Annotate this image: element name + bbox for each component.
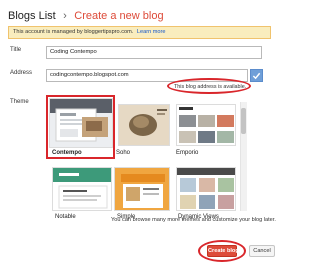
theme-thumb-simple[interactable] [114, 167, 170, 211]
page-header: Blogs List › Create a new blog [8, 6, 274, 22]
theme-thumb-soho[interactable] [118, 104, 170, 146]
notable-preview-image [53, 168, 111, 209]
theme-label: Theme [10, 99, 29, 105]
simple-preview-image [115, 168, 169, 210]
emporio-preview-image [177, 105, 235, 143]
theme-name-emporio[interactable]: Emporio [176, 150, 198, 156]
managed-account-notice: This account is managed by bloggertipspr… [8, 26, 271, 39]
cancel-button[interactable]: Cancel [249, 245, 275, 257]
breadcrumb-separator: › [63, 10, 67, 22]
theme-scrollbar-thumb[interactable] [241, 108, 246, 134]
address-check-button[interactable] [250, 69, 263, 82]
soho-preview-image [119, 105, 169, 145]
create-button-highlight-ellipse [198, 240, 246, 262]
title-input[interactable]: Coding Contempo [46, 46, 262, 59]
theme-thumb-notable[interactable] [52, 167, 112, 211]
title-label: Title [10, 47, 22, 53]
checkmark-icon [252, 72, 261, 80]
notice-text: This account is managed by bloggertipspr… [13, 29, 134, 35]
more-themes-text: You can browse many more themes and cust… [111, 217, 276, 223]
theme-thumb-dynamic-views[interactable] [176, 167, 236, 211]
availability-highlight-ellipse [167, 78, 251, 94]
theme-thumb-emporio[interactable] [176, 104, 236, 146]
breadcrumb-blogs-list[interactable]: Blogs List [8, 10, 56, 22]
learn-more-link[interactable]: Learn more [137, 29, 166, 35]
address-label: Address [10, 70, 33, 76]
theme-name-notable[interactable]: Notable [55, 214, 76, 220]
selected-theme-highlight [46, 95, 115, 159]
theme-name-soho[interactable]: Soho [116, 150, 130, 156]
page-title: Create a new blog [74, 10, 164, 22]
dynamic-views-preview-image [177, 168, 235, 209]
